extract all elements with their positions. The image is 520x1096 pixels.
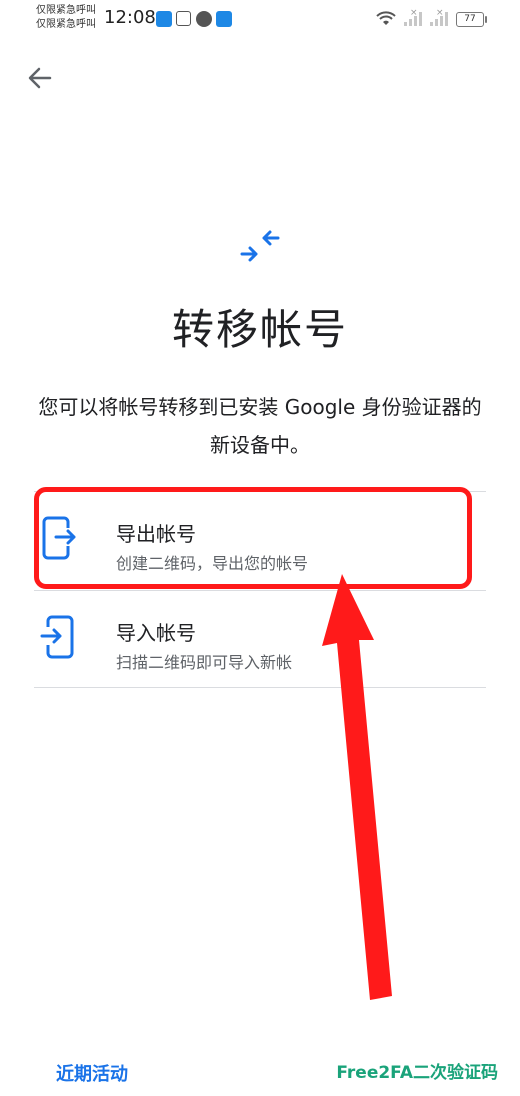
import-phone-icon bbox=[40, 615, 74, 659]
signal-icon: × bbox=[404, 8, 422, 26]
export-accounts-subtitle: 创建二维码，导出您的帐号 bbox=[116, 554, 309, 573]
page-description: 您可以将帐号转移到已安装 Google 身份验证器的新设备中。 bbox=[38, 395, 482, 457]
export-phone-icon bbox=[42, 516, 76, 560]
weather-icon bbox=[216, 11, 232, 27]
export-accounts-item[interactable]: 导出帐号 创建二维码，导出您的帐号 bbox=[34, 492, 486, 588]
transfer-arrows-icon bbox=[240, 230, 280, 262]
gallery-icon bbox=[176, 11, 191, 26]
status-indicators: × × 77 bbox=[376, 8, 487, 28]
export-accounts-label: 导出帐号 bbox=[116, 522, 196, 546]
wechat-icon bbox=[196, 11, 212, 27]
carrier-text: 仅限紧急呼叫 仅限紧急呼叫 bbox=[36, 4, 96, 32]
signal-icon-2: × bbox=[430, 8, 448, 26]
arrow-left-icon[interactable] bbox=[26, 64, 54, 92]
carrier-line-2: 仅限紧急呼叫 bbox=[36, 19, 96, 30]
recent-activity-link[interactable]: 近期活动 bbox=[56, 1060, 128, 1086]
import-accounts-subtitle: 扫描二维码即可导入新帐 bbox=[116, 653, 293, 672]
wifi-icon bbox=[376, 11, 396, 25]
carrier-line-1: 仅限紧急呼叫 bbox=[36, 5, 96, 16]
divider bbox=[34, 687, 486, 688]
watermark: Free2FA二次验证码 bbox=[336, 1063, 498, 1083]
status-time: 12:08 bbox=[104, 7, 156, 28]
import-accounts-item[interactable]: 导入帐号 扫描二维码即可导入新帐 bbox=[34, 591, 486, 687]
import-accounts-label: 导入帐号 bbox=[116, 621, 196, 645]
status-bar: 仅限紧急呼叫 仅限紧急呼叫 12:08 × × 77 bbox=[0, 0, 520, 36]
battery-icon: 77 bbox=[456, 11, 487, 27]
notification-app-icon bbox=[156, 11, 172, 27]
page-title: 转移帐号 bbox=[171, 305, 348, 354]
